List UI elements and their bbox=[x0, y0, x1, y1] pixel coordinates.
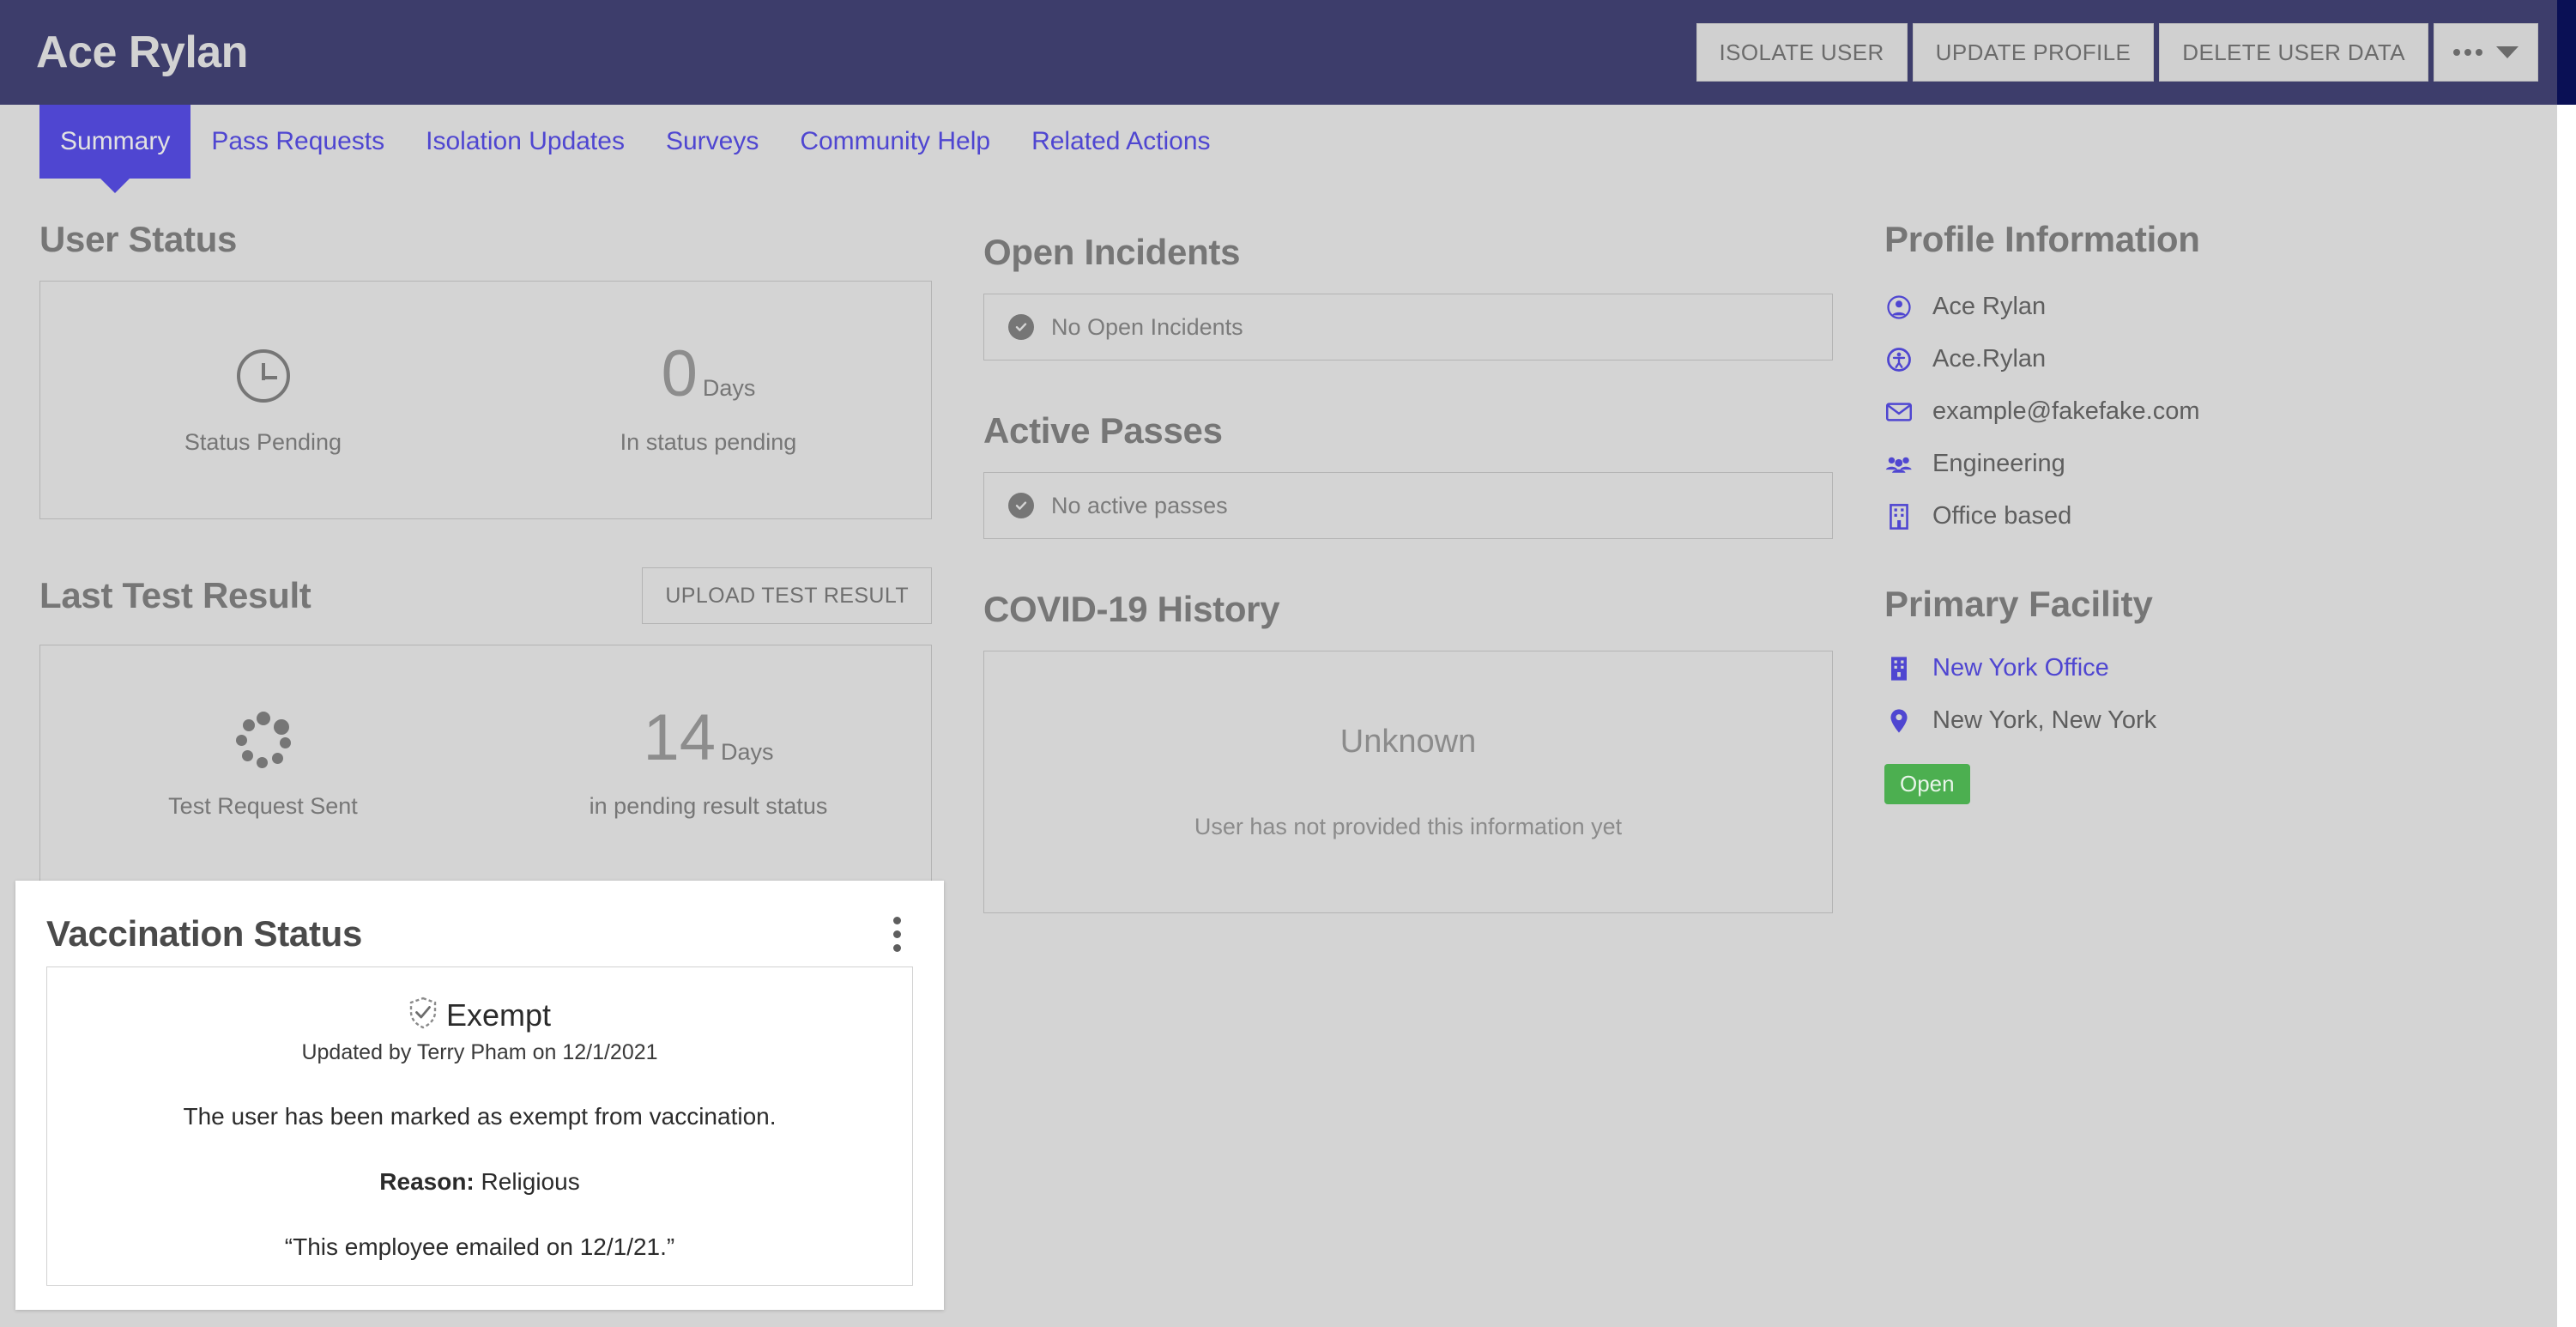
user-status-days-value: 0 bbox=[661, 336, 698, 410]
vaccination-status-body: Exempt Updated by Terry Pham on 12/1/202… bbox=[46, 966, 913, 1286]
profile-information-heading: Profile Information bbox=[1884, 219, 2200, 259]
user-status-panel: Status Pending 0 Days In status pending bbox=[39, 281, 932, 519]
header-actions: ISOLATE USER UPDATE PROFILE DELETE USER … bbox=[1696, 23, 2538, 82]
tab-related-actions[interactable]: Related Actions bbox=[1011, 105, 1231, 179]
covid-history-panel: Unknown User has not provided this infor… bbox=[983, 651, 1833, 913]
shield-check-dashed-icon bbox=[408, 997, 438, 1033]
envelope-icon bbox=[1884, 402, 1914, 422]
user-status-state-cell: Status Pending bbox=[40, 345, 486, 456]
tab-pass-requests[interactable]: Pass Requests bbox=[190, 105, 405, 179]
user-status-heading: User Status bbox=[39, 219, 238, 259]
active-passes-empty-row: No active passes bbox=[983, 472, 1833, 539]
chevron-down-icon bbox=[2496, 46, 2519, 58]
more-actions-button[interactable] bbox=[2434, 23, 2538, 82]
tab-bar: Summary Pass Requests Isolation Updates … bbox=[0, 105, 2557, 199]
building-icon bbox=[1884, 503, 1914, 530]
tab-isolation-updates[interactable]: Isolation Updates bbox=[405, 105, 645, 179]
profile-row-work-location: Office based bbox=[1884, 490, 2485, 542]
profile-department-value: Engineering bbox=[1932, 450, 2065, 477]
vaccination-reason: Reason: Religious bbox=[379, 1168, 579, 1196]
vaccination-updated-by: Updated by Terry Pham on 12/1/2021 bbox=[301, 1040, 658, 1064]
last-test-result-heading: Last Test Result bbox=[39, 575, 311, 615]
profile-username-value: Ace.Rylan bbox=[1932, 345, 2047, 373]
last-test-result-header: Last Test Result UPLOAD TEST RESULT bbox=[39, 567, 932, 624]
right-white-edge bbox=[2557, 105, 2576, 1327]
middle-column: Open Incidents No Open Incidents Active … bbox=[983, 232, 1833, 913]
facility-row-name[interactable]: New York Office bbox=[1884, 642, 2485, 694]
profile-row-name: Ace Rylan bbox=[1884, 281, 2485, 333]
right-column: Profile Information Ace Rylan Ace.Rylan bbox=[1884, 219, 2485, 804]
tab-surveys[interactable]: Surveys bbox=[645, 105, 779, 179]
kebab-menu-icon[interactable] bbox=[881, 908, 913, 960]
open-incidents-empty-text: No Open Incidents bbox=[1051, 313, 1243, 340]
check-circle-icon bbox=[1008, 493, 1034, 518]
vaccination-description: The user has been marked as exempt from … bbox=[183, 1103, 777, 1130]
vaccination-status-card: Vaccination Status Exempt Updated by Ter… bbox=[15, 881, 944, 1310]
spinner-icon bbox=[235, 709, 292, 771]
profile-row-username: Ace.Rylan bbox=[1884, 333, 2485, 385]
last-test-days-cell: 14 Days in pending result status bbox=[486, 700, 931, 820]
last-test-days-value: 14 bbox=[643, 700, 717, 774]
page-title: Ace Rylan bbox=[36, 27, 248, 77]
profile-row-department: Engineering bbox=[1884, 438, 2485, 490]
open-incidents-empty-row: No Open Incidents bbox=[983, 294, 1833, 361]
vaccination-status-value: Exempt bbox=[445, 997, 552, 1033]
delete-user-data-button[interactable]: DELETE USER DATA bbox=[2159, 23, 2428, 82]
ellipsis-icon bbox=[2453, 49, 2482, 56]
active-passes-empty-text: No active passes bbox=[1051, 492, 1228, 518]
page-root: Ace Rylan ISOLATE USER UPDATE PROFILE DE… bbox=[0, 0, 2576, 1327]
open-incidents-heading: Open Incidents bbox=[983, 232, 1241, 272]
covid-history-note: User has not provided this information y… bbox=[1194, 814, 1623, 839]
vaccination-reason-value: Religious bbox=[481, 1168, 580, 1195]
user-status-state-label: Status Pending bbox=[184, 428, 342, 455]
users-group-icon bbox=[1884, 455, 1914, 474]
map-pin-icon bbox=[1884, 708, 1914, 734]
user-status-days-cell: 0 Days In status pending bbox=[486, 336, 931, 456]
facility-name-link[interactable]: New York Office bbox=[1932, 654, 2109, 682]
vaccination-status-row: Exempt bbox=[408, 997, 551, 1033]
user-circle-icon bbox=[1884, 347, 1914, 373]
active-passes-heading: Active Passes bbox=[983, 410, 1223, 451]
upload-test-result-button[interactable]: UPLOAD TEST RESULT bbox=[642, 567, 932, 624]
check-circle-icon bbox=[1008, 314, 1034, 340]
last-test-state-cell: Test Request Sent bbox=[40, 709, 486, 820]
profile-work-location-value: Office based bbox=[1932, 502, 2072, 530]
last-test-days-label: in pending result status bbox=[589, 792, 828, 819]
facility-row-location: New York, New York bbox=[1884, 694, 2485, 747]
profile-name-value: Ace Rylan bbox=[1932, 293, 2047, 320]
vaccination-reason-label: Reason: bbox=[379, 1168, 475, 1195]
tab-community-help[interactable]: Community Help bbox=[779, 105, 1011, 179]
profile-row-email: example@fakefake.com bbox=[1884, 385, 2485, 438]
vaccination-status-heading: Vaccination Status bbox=[46, 913, 363, 954]
last-test-result-panel: Test Request Sent 14 Days in pending res… bbox=[39, 645, 932, 883]
status-badge[interactable]: Open bbox=[1884, 764, 1970, 804]
vaccination-card-header: Vaccination Status bbox=[46, 901, 913, 966]
user-status-days-value-row: 0 Days bbox=[661, 336, 756, 410]
left-column: User Status Status Pending 0 Days In sta… bbox=[39, 219, 932, 883]
user-icon bbox=[1884, 294, 1914, 320]
facility-location-value: New York, New York bbox=[1932, 706, 2157, 734]
profile-email-value: example@fakefake.com bbox=[1932, 397, 2200, 425]
building-icon bbox=[1884, 656, 1914, 682]
last-test-days-value-row: 14 Days bbox=[643, 700, 774, 774]
covid-history-status: Unknown bbox=[1339, 724, 1477, 760]
vaccination-quote: “This employee emailed on 12/1/21.” bbox=[284, 1233, 675, 1260]
user-status-days-unit: Days bbox=[702, 374, 756, 401]
isolate-user-button[interactable]: ISOLATE USER bbox=[1696, 23, 1908, 82]
tab-summary[interactable]: Summary bbox=[39, 105, 191, 179]
covid-history-heading: COVID-19 History bbox=[983, 589, 1280, 629]
page-header: Ace Rylan ISOLATE USER UPDATE PROFILE DE… bbox=[0, 0, 2557, 105]
right-gutter bbox=[2557, 0, 2576, 105]
last-test-days-unit: Days bbox=[721, 738, 774, 765]
clock-icon bbox=[236, 345, 290, 407]
last-test-state-label: Test Request Sent bbox=[168, 792, 358, 819]
primary-facility-heading: Primary Facility bbox=[1884, 584, 2153, 624]
user-status-days-label: In status pending bbox=[620, 428, 797, 455]
update-profile-button[interactable]: UPDATE PROFILE bbox=[1912, 23, 2155, 82]
